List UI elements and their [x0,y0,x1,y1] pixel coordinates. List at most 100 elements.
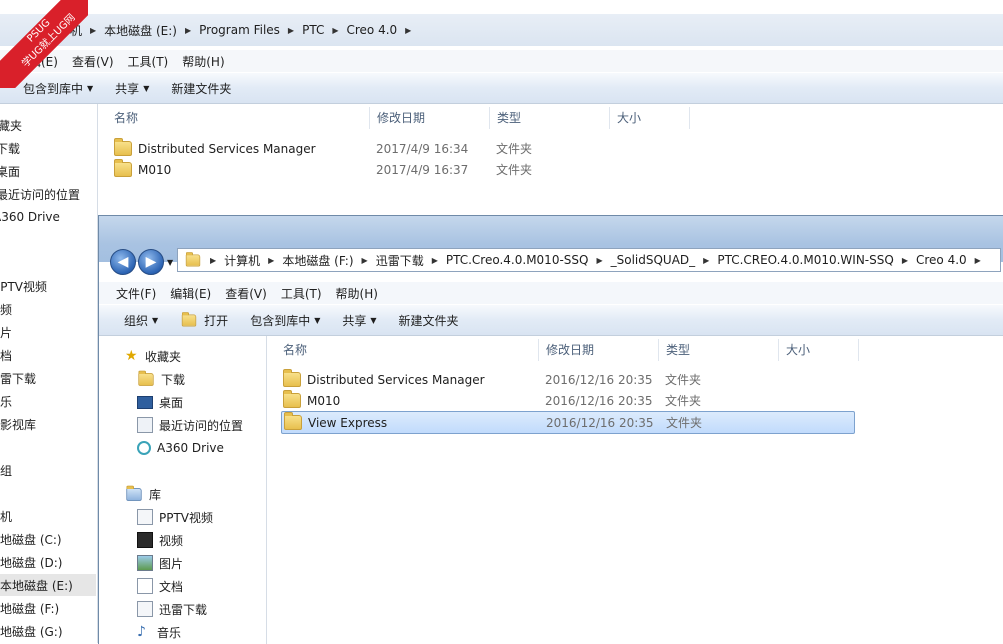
col-name[interactable]: 名称 [275,339,539,361]
nav-music[interactable]: 音乐 [0,390,12,412]
nav-drive-e[interactable]: 本地磁盘 (E:) [0,574,96,596]
forward-arrow-icon[interactable]: ▶ [138,249,164,275]
folder-icon [185,251,201,266]
crumb-drive-f[interactable]: 本地磁盘 (F:) [276,252,359,269]
nav-drive-g[interactable]: 本地磁盘 (G:) [0,620,63,642]
chevron-right-icon[interactable]: ▶ [973,256,983,265]
back-breadcrumb[interactable]: 计算机▶ 本地磁盘 (E:)▶ Program Files▶ PTC▶ Creo… [40,19,1000,41]
organize-label: 组织 [124,313,149,328]
crumb-ptc[interactable]: PTC [296,23,330,37]
col-size[interactable]: 大小 [609,107,690,129]
nav-label: 文档 [159,579,184,594]
chevron-right-icon[interactable]: ▶ [266,256,276,265]
crumb-creo[interactable]: Creo 4.0 [910,253,973,267]
menu-view[interactable]: 查看(V) [218,285,274,302]
menu-help[interactable]: 帮助(H) [329,285,385,302]
nav-downloads[interactable]: 下载 [137,368,185,390]
crumb-thunder[interactable]: 迅雷下载 [370,252,430,269]
file-date: 2016/12/16 20:35 [546,415,654,430]
col-modified[interactable]: 修改日期 [538,339,659,361]
nav-pptv[interactable]: PPTV视频 [0,275,47,297]
nav-drive-d[interactable]: 本地磁盘 (D:) [0,551,62,573]
chevron-right-icon[interactable]: ▶ [88,26,98,35]
col-name[interactable]: 名称 [106,107,370,129]
crumb-drive-e[interactable]: 本地磁盘 (E:) [98,22,183,39]
menu-help[interactable]: 帮助(H) [175,53,231,70]
menu-tools[interactable]: 工具(T) [274,285,329,302]
documents-icon [137,578,153,594]
nav-label: 下载 [161,372,186,387]
nav-drive-c[interactable]: 本地磁盘 (C:) [0,528,62,550]
nav-homegroup[interactable]: 家庭组 [0,459,12,481]
chevron-right-icon[interactable]: ▶ [330,26,340,35]
chevron-right-icon[interactable]: ▶ [360,256,370,265]
front-breadcrumb[interactable]: ▶ 计算机 ▶ 本地磁盘 (F:) ▶ 迅雷下载 ▶ PTC.Creo.4.0.M01… [177,248,1001,272]
nav-thunder[interactable]: 迅雷下载 [0,367,36,389]
new-folder-button[interactable]: 新建文件夹 [388,312,470,329]
nav-thunder[interactable]: 迅雷下载 [137,598,207,620]
crumb-program-files[interactable]: Program Files [193,23,286,37]
nav-documents[interactable]: 文档 [0,344,12,366]
nav-computer[interactable]: 计算机 [0,505,12,527]
nav-pptv[interactable]: PPTV视频 [137,506,213,528]
chevron-right-icon[interactable]: ▶ [900,256,910,265]
chevron-right-icon[interactable]: ▶ [403,26,413,35]
list-item[interactable]: M010 2016/12/16 20:35 文件夹 [283,390,855,411]
nav-favorites[interactable]: ★ 收藏夹 [125,345,181,367]
chevron-right-icon[interactable]: ▶ [594,256,604,265]
chevron-right-icon[interactable]: ▶ [208,256,218,265]
nav-pictures[interactable]: 图片 [137,552,183,574]
back-arrow-icon[interactable]: ◀ [110,249,136,275]
col-type[interactable]: 类型 [489,107,610,129]
nav-drive-f[interactable]: 本地磁盘 (F:) [0,597,59,619]
share-button[interactable]: 共享 ▼ [104,80,160,97]
caret-down-icon: ▼ [314,315,321,325]
nav-a360[interactable]: A360 Drive [0,206,60,228]
nav-kuying[interactable]: 酷影视库 [0,413,36,435]
chevron-right-icon[interactable]: ▶ [286,26,296,35]
nav-documents[interactable]: 文档 [137,575,183,597]
nav-video[interactable]: 视频 [137,529,183,551]
nav-downloads[interactable]: 下载 [0,137,20,159]
include-in-library-button[interactable]: 包含到库中 ▼ [239,312,331,329]
crumb-computer[interactable]: 计算机 [218,252,266,269]
nav-music[interactable]: ♪ 音乐 [137,621,181,643]
nav-label: 最近访问的位置 [159,418,244,433]
crumb-solidsquad[interactable]: _SolidSQUAD_ [605,253,702,267]
share-button[interactable]: 共享 ▼ [331,312,387,329]
chevron-right-icon[interactable]: ▶ [183,26,193,35]
organize-button[interactable]: 组织 ▼ [113,312,169,329]
list-item-selected[interactable]: View Express 2016/12/16 20:35 文件夹 [281,411,855,434]
share-label: 共享 [115,81,140,96]
nav-pictures[interactable]: 图片 [0,321,12,343]
recent-places-icon [137,417,153,433]
open-button[interactable]: 打开 [169,311,239,329]
nav-desktop[interactable]: 桌面 [0,160,20,182]
nav-label: 迅雷下载 [159,602,208,617]
col-size[interactable]: 大小 [778,339,859,361]
menu-edit[interactable]: 编辑(E) [163,285,218,302]
crumb-ptc-creo-ssq[interactable]: PTC.Creo.4.0.M010-SSQ [440,253,595,267]
col-modified[interactable]: 修改日期 [369,107,490,129]
nav-a360[interactable]: A360 Drive [137,437,224,459]
menu-file[interactable]: 文件(F) [109,285,163,302]
nav-desktop[interactable]: 桌面 [137,391,183,413]
new-folder-button[interactable]: 新建文件夹 [160,80,242,97]
nav-library[interactable]: 库 [125,483,161,505]
nav-favorites[interactable]: 藏夹 [0,114,22,136]
chevron-right-icon[interactable]: ▶ [701,256,711,265]
menu-tools[interactable]: 工具(T) [121,53,176,70]
crumb-creo[interactable]: Creo 4.0 [340,23,403,37]
nav-recent[interactable]: 最近访问的位置 [137,414,243,436]
col-type[interactable]: 类型 [658,339,779,361]
chevron-right-icon[interactable]: ▶ [430,256,440,265]
nav-video[interactable]: 视频 [0,298,12,320]
recent-pages-dropdown-icon[interactable]: ▼ [167,258,173,267]
list-item[interactable]: Distributed Services Manager 2016/12/16 … [283,369,855,390]
nav-recent[interactable]: 最近访问的位置 [0,183,80,205]
crumb-ptc-win-ssq[interactable]: PTC.CREO.4.0.M010.WIN-SSQ [711,253,900,267]
document-library-icon [137,509,153,525]
list-item[interactable]: Distributed Services Manager 2017/4/9 16… [114,138,574,159]
list-item[interactable]: M010 2017/4/9 16:37 文件夹 [114,159,574,180]
library-icon [126,485,142,501]
